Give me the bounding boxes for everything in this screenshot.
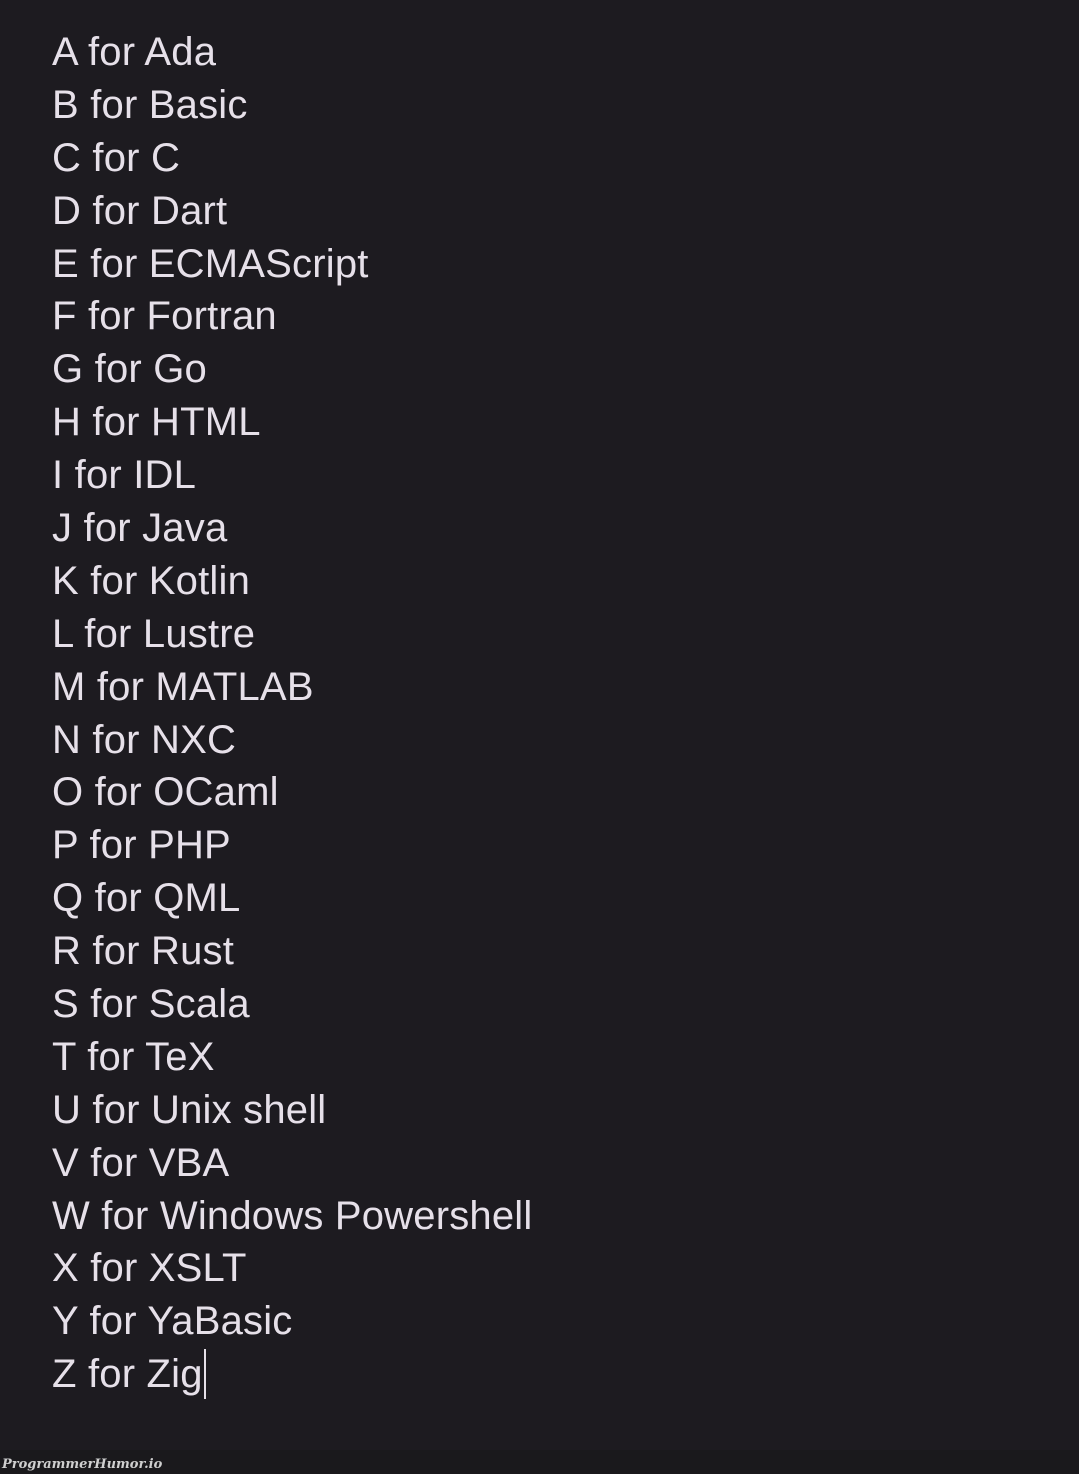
- text-line[interactable]: N for NXC: [52, 714, 1052, 767]
- line-text: E for ECMAScript: [52, 241, 369, 286]
- line-text: P for PHP: [52, 823, 231, 868]
- text-line[interactable]: G for Go: [52, 343, 1052, 396]
- line-text: Q for QML: [52, 876, 241, 921]
- line-text: D for Dart: [52, 188, 228, 233]
- line-text: K for Kotlin: [52, 558, 251, 603]
- text-line[interactable]: Y for YaBasic: [52, 1295, 1052, 1348]
- line-text: Z for Zig: [52, 1352, 203, 1397]
- line-text: A for Ada: [52, 30, 217, 74]
- line-text: B for Basic: [52, 82, 248, 127]
- line-text: U for Unix shell: [52, 1087, 327, 1132]
- text-line[interactable]: B for Basic: [52, 79, 1052, 132]
- text-line[interactable]: K for Kotlin: [52, 555, 1052, 608]
- text-line[interactable]: D for Dart: [52, 185, 1052, 238]
- text-line[interactable]: P for PHP: [52, 819, 1052, 872]
- text-line[interactable]: Z for Zig: [52, 1348, 1052, 1401]
- text-line[interactable]: X for XSLT: [52, 1242, 1052, 1295]
- text-line[interactable]: I for IDL: [52, 449, 1052, 502]
- line-text: T for TeX: [52, 1034, 215, 1079]
- text-line[interactable]: L for Lustre: [52, 608, 1052, 661]
- text-line[interactable]: O for OCaml: [52, 766, 1052, 819]
- text-line[interactable]: M for MATLAB: [52, 661, 1052, 714]
- text-line[interactable]: C for C: [52, 132, 1052, 185]
- line-text: V for VBA: [52, 1140, 230, 1185]
- text-line[interactable]: A for Ada: [52, 26, 1052, 79]
- line-text: S for Scala: [52, 982, 250, 1027]
- text-line[interactable]: R for Rust: [52, 925, 1052, 978]
- text-line[interactable]: F for Fortran: [52, 290, 1052, 343]
- line-text: I for IDL: [52, 453, 197, 498]
- text-line[interactable]: S for Scala: [52, 978, 1052, 1031]
- text-line[interactable]: H for HTML: [52, 396, 1052, 449]
- line-text: O for OCaml: [52, 770, 279, 815]
- line-text: F for Fortran: [52, 294, 277, 339]
- line-text: C for C: [52, 135, 181, 180]
- line-text: W for Windows Powershell: [52, 1193, 533, 1238]
- text-editor[interactable]: A for Ada B for Basic C for C D for Dart E f…: [52, 26, 1052, 1401]
- line-text: L for Lustre: [52, 611, 256, 656]
- watermark: ProgrammerHumor.io: [2, 1457, 163, 1472]
- line-text: N for NXC: [52, 717, 237, 762]
- line-text: M for MATLAB: [52, 664, 314, 709]
- text-line[interactable]: T for TeX: [52, 1031, 1052, 1084]
- line-text: H for HTML: [52, 400, 261, 445]
- line-text: G for Go: [52, 347, 207, 392]
- line-text: R for Rust: [52, 929, 235, 974]
- line-text: Y for YaBasic: [52, 1299, 293, 1344]
- text-line[interactable]: J for Java: [52, 502, 1052, 555]
- text-line[interactable]: W for Windows Powershell: [52, 1190, 1052, 1243]
- text-line[interactable]: V for VBA: [52, 1137, 1052, 1190]
- text-cursor: [203, 1349, 206, 1400]
- text-line[interactable]: U for Unix shell: [52, 1084, 1052, 1137]
- line-text: J for Java: [52, 506, 228, 551]
- line-text: X for XSLT: [52, 1246, 247, 1291]
- text-line[interactable]: Q for QML: [52, 872, 1052, 925]
- text-line[interactable]: E for ECMAScript: [52, 238, 1052, 291]
